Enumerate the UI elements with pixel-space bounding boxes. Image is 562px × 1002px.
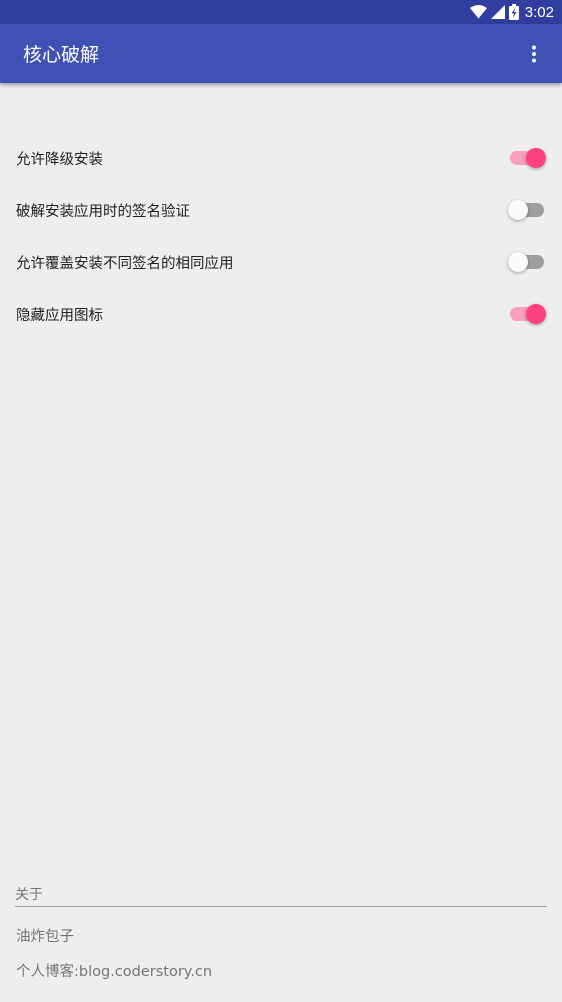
- overflow-menu-button[interactable]: [510, 30, 558, 78]
- setting-label: 允许覆盖安装不同签名的相同应用: [16, 255, 234, 272]
- setting-bypass-signature-check[interactable]: 破解安装应用时的签名验证: [0, 184, 562, 236]
- switch-thumb: [526, 148, 546, 168]
- wifi-icon: [469, 5, 487, 19]
- setting-label: 破解安装应用时的签名验证: [16, 203, 190, 220]
- setting-allow-different-signature-overwrite[interactable]: 允许覆盖安装不同签名的相同应用: [0, 236, 562, 288]
- battery-charging-icon: [508, 4, 519, 20]
- switch-thumb: [508, 200, 528, 220]
- app-bar: 核心破解: [0, 24, 562, 83]
- toggle-switch[interactable]: [510, 147, 546, 169]
- switch-thumb: [526, 304, 546, 324]
- switch-thumb: [508, 252, 528, 272]
- about-author[interactable]: 油炸包子: [0, 918, 562, 953]
- toggle-switch[interactable]: [508, 251, 544, 273]
- about-header: 关于: [15, 884, 547, 907]
- toggle-switch[interactable]: [510, 303, 546, 325]
- more-vert-icon: [532, 45, 536, 62]
- signal-icon: [490, 5, 505, 19]
- clock: 3:02: [524, 3, 554, 21]
- about-section: 关于 油炸包子 个人博客:blog.coderstory.cn: [0, 884, 562, 988]
- setting-label: 允许降级安装: [16, 151, 103, 168]
- settings-list: 允许降级安装 破解安装应用时的签名验证 允许覆盖安装不同签名的相同应用 隐藏应用…: [0, 132, 562, 340]
- setting-allow-downgrade[interactable]: 允许降级安装: [0, 132, 562, 184]
- toggle-switch[interactable]: [508, 199, 544, 221]
- setting-label: 隐藏应用图标: [16, 307, 103, 324]
- app-title: 核心破解: [23, 44, 100, 66]
- about-blog-link[interactable]: 个人博客:blog.coderstory.cn: [0, 953, 562, 988]
- setting-hide-app-icon[interactable]: 隐藏应用图标: [0, 288, 562, 340]
- status-bar: 3:02: [0, 0, 562, 24]
